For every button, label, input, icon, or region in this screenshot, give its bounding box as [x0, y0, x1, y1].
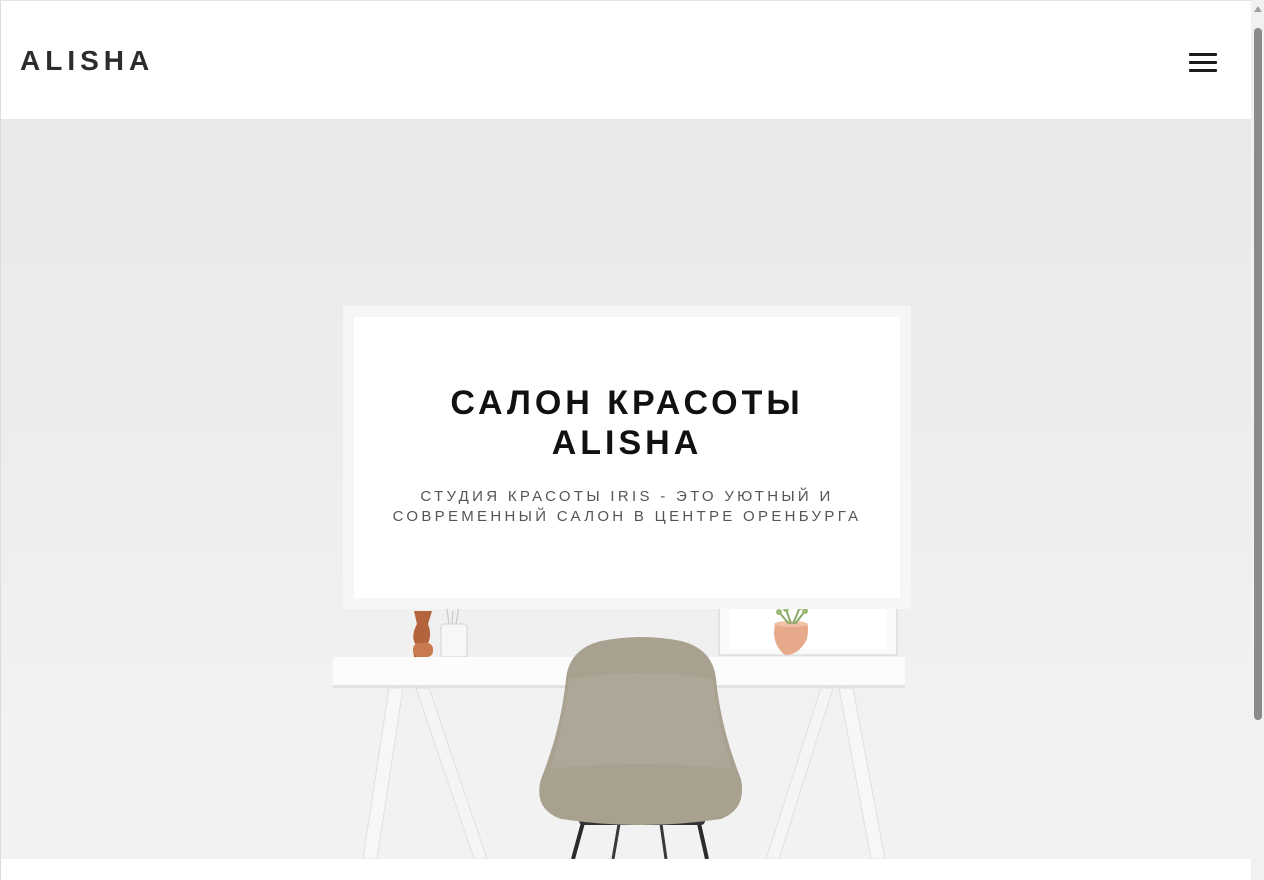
hero-card: САЛОН КРАСОТЫ ALISHA СТУДИЯ КРАСОТЫ IRIS…	[343, 306, 911, 609]
menu-line	[1189, 61, 1217, 64]
hero-title: САЛОН КРАСОТЫ ALISHA	[450, 384, 804, 462]
picture-frame	[718, 604, 898, 656]
glass-vase	[440, 606, 468, 658]
scroll-up-arrow-icon[interactable]	[1254, 6, 1262, 12]
hero-section: САЛОН КРАСОТЫ ALISHA СТУДИЯ КРАСОТЫ IRIS…	[1, 119, 1251, 859]
hamburger-menu-icon[interactable]	[1187, 51, 1219, 75]
site-logo[interactable]: ALISHA	[20, 45, 154, 77]
hero-subtitle: СТУДИЯ КРАСОТЫ IRIS - ЭТО УЮТНЫЙ И СОВРЕ…	[392, 488, 862, 525]
scrollbar-thumb[interactable]	[1254, 28, 1262, 720]
page-viewport: ALISHA САЛОН КРАСОТЫ ALISHA СТУДИЯ КРАСО…	[0, 0, 1251, 880]
next-section-edge	[1, 859, 1251, 880]
menu-line	[1189, 53, 1217, 56]
copper-vase	[413, 611, 433, 657]
hero-card-inner: САЛОН КРАСОТЫ ALISHA СТУДИЯ КРАСОТЫ IRIS…	[354, 317, 900, 598]
menu-line	[1189, 69, 1217, 72]
vertical-scrollbar[interactable]	[1251, 0, 1264, 880]
site-header: ALISHA	[1, 1, 1251, 119]
